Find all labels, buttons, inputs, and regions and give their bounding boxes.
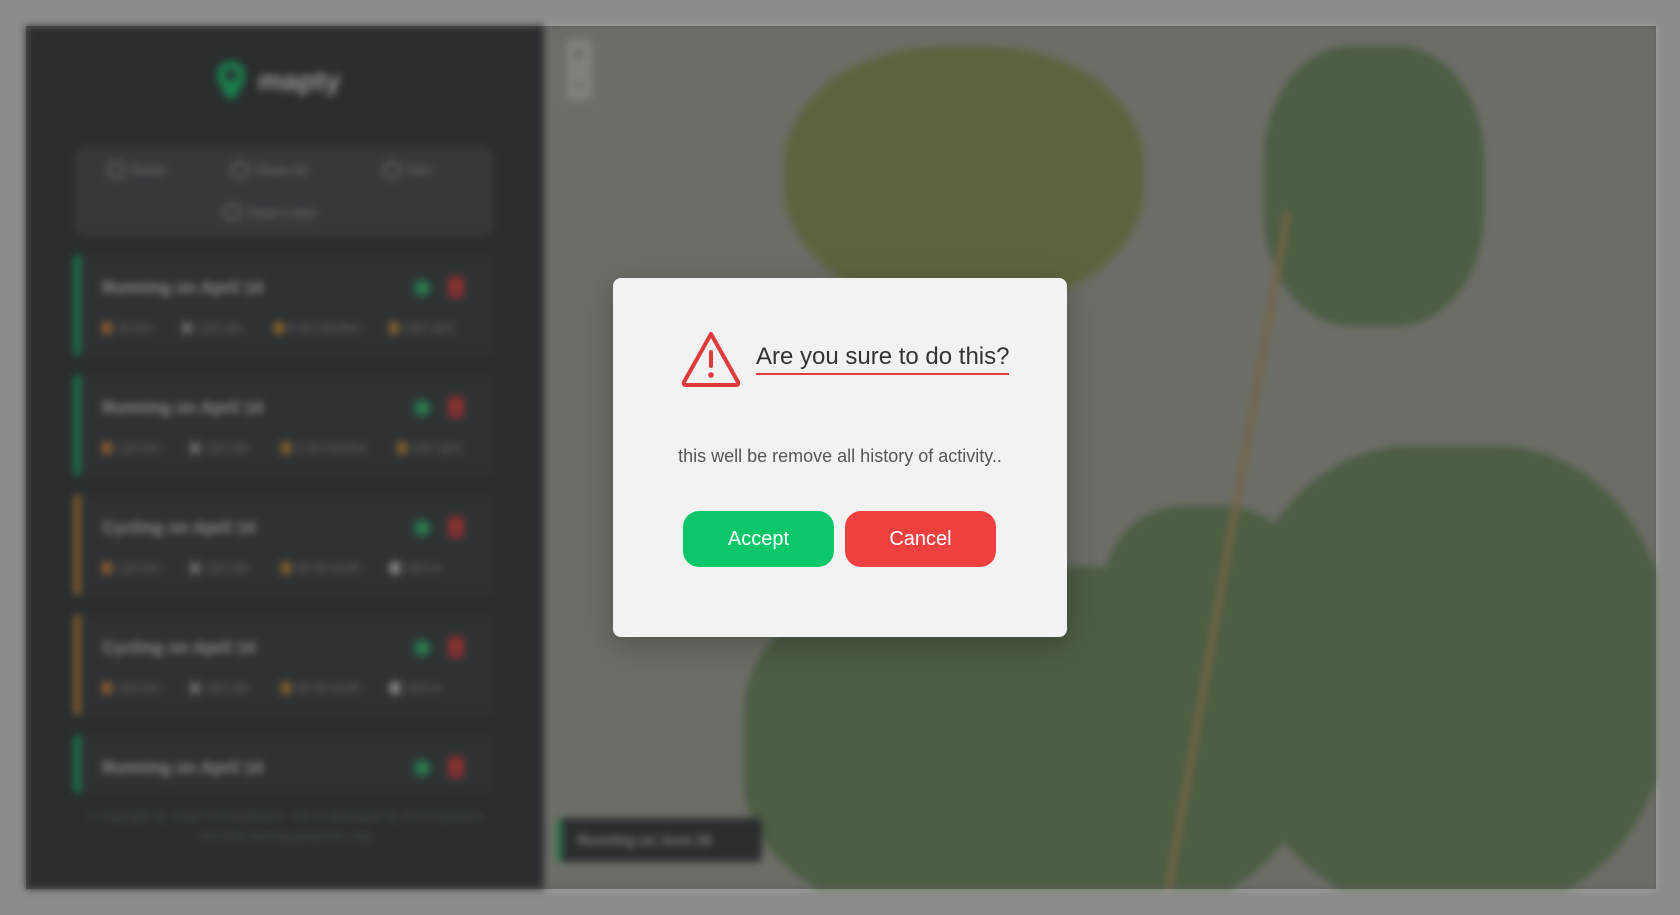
cancel-button[interactable]: Cancel: [845, 511, 996, 567]
warning-triangle-icon: [681, 332, 741, 387]
dialog-header: Are you sure to do this?: [680, 330, 1010, 388]
confirm-dialog: Are you sure to do this? this well be re…: [613, 278, 1067, 637]
dialog-message: this well be remove all history of activ…: [678, 446, 1002, 466]
dialog-title: Are you sure to do this?: [756, 343, 1010, 375]
accept-button[interactable]: Accept: [683, 511, 834, 567]
